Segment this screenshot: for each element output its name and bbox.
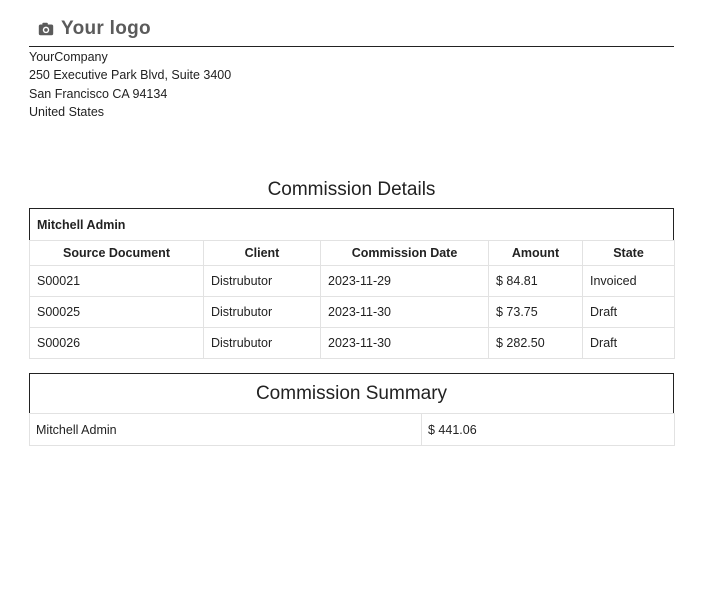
- company-city: San Francisco CA 94134: [29, 86, 168, 101]
- column-header-state: State: [582, 240, 675, 266]
- cell-source: S00021: [29, 265, 204, 297]
- column-header-amount: Amount: [488, 240, 583, 266]
- table-row: S00026 Distrubutor 2023-11-30 $ 282.50 D…: [29, 327, 675, 359]
- commission-summary-title: Commission Summary: [255, 382, 448, 404]
- cell-amount: $ 84.81: [488, 265, 583, 297]
- table-row: S00021 Distrubutor 2023-11-29 $ 84.81 In…: [29, 265, 675, 297]
- cell-date: 2023-11-30: [320, 327, 489, 359]
- commission-summary-header: Commission Summary: [29, 373, 674, 414]
- summary-row: Mitchell Admin $ 441.06: [29, 413, 675, 446]
- company-country: United States: [29, 104, 105, 119]
- cell-date: 2023-11-29: [320, 265, 489, 297]
- cell-source: S00025: [29, 296, 204, 328]
- summary-total: $ 441.06: [421, 413, 675, 446]
- cell-amount: $ 282.50: [488, 327, 583, 359]
- agent-header: Mitchell Admin: [29, 208, 674, 241]
- company-logo: Your logo: [37, 16, 151, 42]
- cell-client: Distrubutor: [203, 265, 321, 297]
- column-header-source: Source Document: [29, 240, 204, 266]
- column-header-client: Client: [203, 240, 321, 266]
- commission-lines-table: Source Document Client Commission Date A…: [29, 240, 675, 359]
- table-header-row: Source Document Client Commission Date A…: [29, 240, 675, 266]
- cell-client: Distrubutor: [203, 327, 321, 359]
- company-name: YourCompany: [29, 50, 108, 64]
- commission-details-title: Commission Details: [267, 179, 436, 200]
- company-street: 250 Executive Park Blvd, Suite 3400: [29, 68, 232, 83]
- cell-state: Draft: [582, 296, 675, 328]
- cell-date: 2023-11-30: [320, 296, 489, 328]
- summary-agent: Mitchell Admin: [29, 413, 422, 446]
- cell-source: S00026: [29, 327, 204, 359]
- commission-summary-table: Mitchell Admin $ 441.06: [29, 413, 675, 446]
- table-row: S00025 Distrubutor 2023-11-30 $ 73.75 Dr…: [29, 296, 675, 328]
- header-divider: [29, 46, 674, 47]
- column-header-date: Commission Date: [320, 240, 489, 266]
- cell-state: Invoiced: [582, 265, 675, 297]
- cell-amount: $ 73.75: [488, 296, 583, 328]
- company-address: YourCompany 250 Executive Park Blvd, Sui…: [29, 48, 231, 121]
- logo-text: Your logo: [61, 18, 151, 39]
- agent-name: Mitchell Admin: [37, 217, 126, 232]
- cell-state: Draft: [582, 327, 675, 359]
- camera-icon: [38, 22, 54, 36]
- cell-client: Distrubutor: [203, 296, 321, 328]
